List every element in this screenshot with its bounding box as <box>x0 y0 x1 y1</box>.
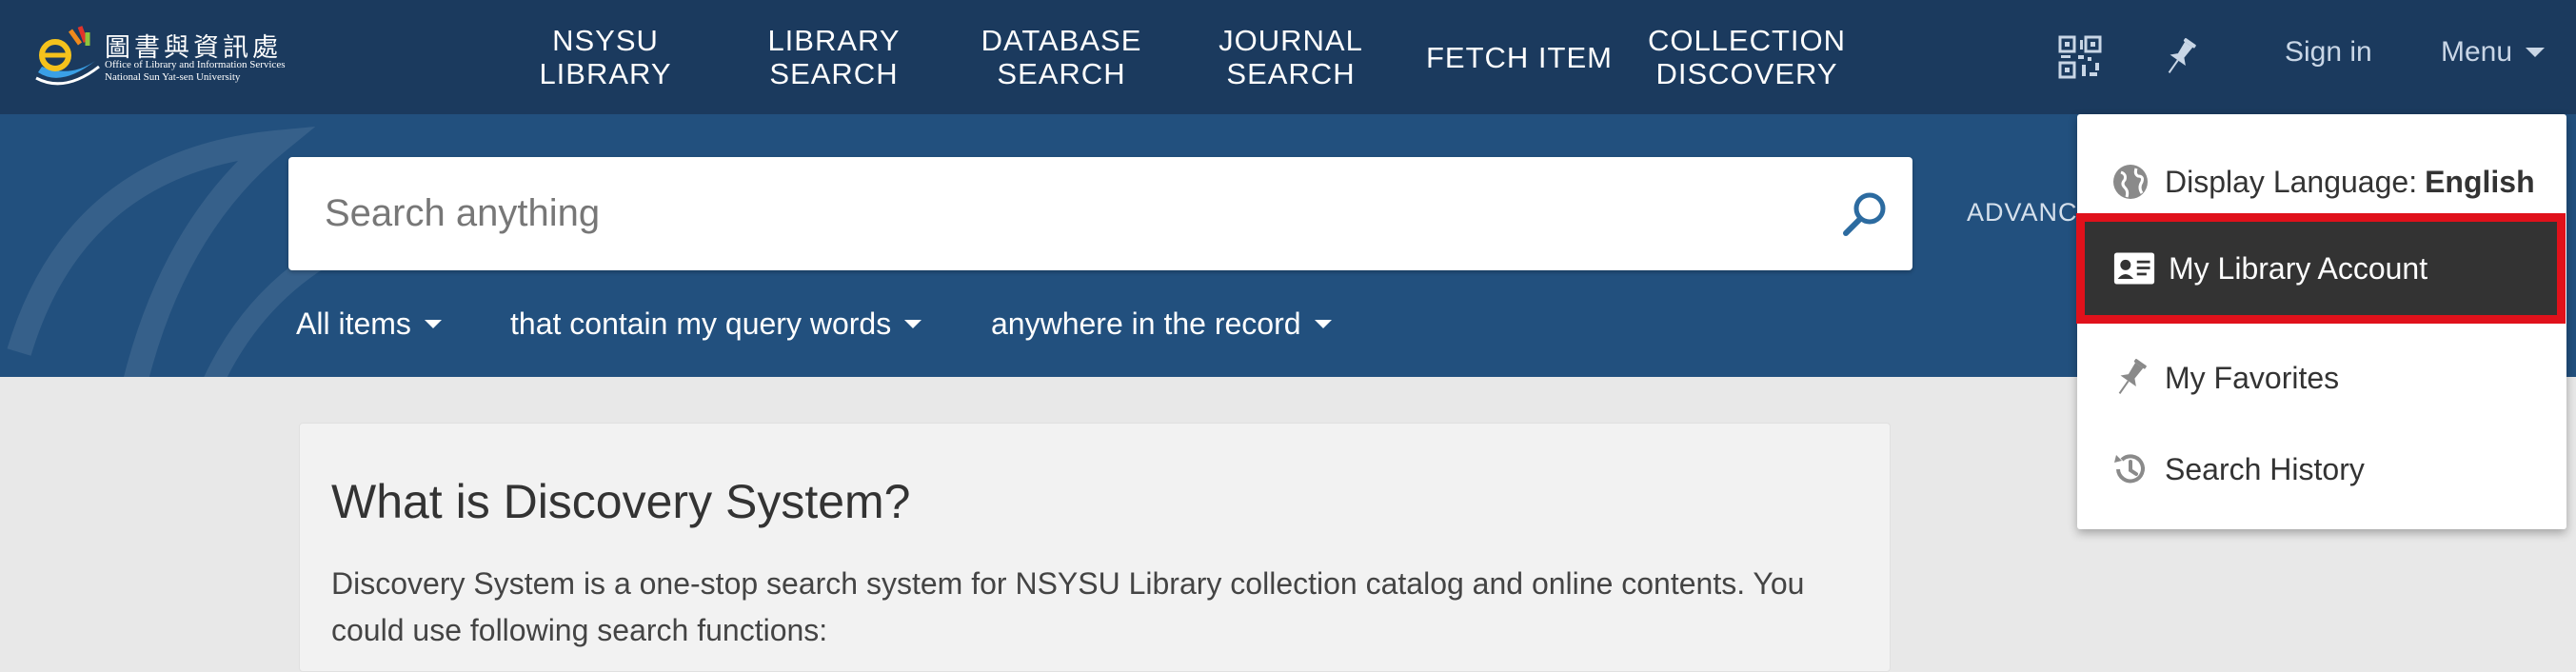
menu-button[interactable]: Menu <box>2441 36 2546 69</box>
my-favorites-item[interactable]: My Favorites <box>2077 331 2566 425</box>
search-box <box>288 157 1912 270</box>
search-icon[interactable] <box>1840 189 1890 239</box>
display-language-value: English <box>2425 164 2535 199</box>
library-logo[interactable]: 圖書與資訊處 Office of Library and Information… <box>32 23 289 89</box>
pushpin-icon <box>2110 357 2151 399</box>
menu-label: Menu <box>2441 36 2513 68</box>
display-language-label: Display Language: <box>2165 164 2418 199</box>
precision-filter-label: that contain my query words <box>510 306 892 341</box>
my-library-account-label: My Library Account <box>2169 250 2428 286</box>
logo-english-line-2: National Sun Yat-sen University <box>105 71 241 83</box>
precision-filter-dropdown[interactable]: that contain my query words <box>510 306 922 342</box>
logo-mark-icon <box>35 26 100 86</box>
globe-icon <box>2110 161 2151 203</box>
card-title: What is Discovery System? <box>331 475 911 528</box>
id-card-icon <box>2113 247 2155 289</box>
search-history-label: Search History <box>2165 451 2365 486</box>
pinned-items-button[interactable] <box>2151 29 2209 86</box>
my-library-account-item[interactable]: My Library Account <box>2076 213 2566 324</box>
chevron-down-icon <box>2526 48 2546 57</box>
card-body: Discovery System is a one-stop search sy… <box>331 566 1805 647</box>
nav-fetch-item[interactable]: FETCH ITEM <box>1424 0 1615 114</box>
nav-collection-discovery[interactable]: COLLECTION DISCOVERY <box>1647 0 1847 114</box>
user-menu-dropdown: Display Language: English My Library Acc… <box>2076 114 2566 529</box>
scope-filter-label: All items <box>296 306 411 341</box>
chevron-down-icon <box>424 320 442 328</box>
logo-english-subtitle: Office of Library and Information Servic… <box>105 59 285 84</box>
top-navigation-bar: 圖書與資訊處 Office of Library and Information… <box>0 0 2576 114</box>
qr-code-button[interactable] <box>2051 29 2109 86</box>
pushpin-icon <box>2168 37 2196 73</box>
nav-library-search[interactable]: LIBRARY SEARCH <box>748 0 920 114</box>
nav-nsysu-library[interactable]: NSYSU LIBRARY <box>529 0 682 114</box>
search-history-item[interactable]: Search History <box>2077 423 2566 516</box>
field-filter-label: anywhere in the record <box>991 306 1301 341</box>
search-input[interactable] <box>288 157 1793 270</box>
nav-journal-search[interactable]: JOURNAL SEARCH <box>1205 0 1377 114</box>
sign-in-link[interactable]: Sign in <box>2285 36 2372 69</box>
qr-code-icon <box>2058 35 2102 79</box>
history-icon <box>2110 448 2151 490</box>
scope-filter-dropdown[interactable]: All items <box>296 306 442 342</box>
field-filter-dropdown[interactable]: anywhere in the record <box>991 306 1332 342</box>
chevron-down-icon <box>1314 320 1332 328</box>
logo-english-line-1: Office of Library and Information Servic… <box>105 59 286 70</box>
my-favorites-label: My Favorites <box>2165 360 2340 395</box>
chevron-down-icon <box>904 320 922 328</box>
info-card: What is Discovery System? Discovery Syst… <box>299 423 1891 672</box>
nav-database-search[interactable]: DATABASE SEARCH <box>971 0 1152 114</box>
